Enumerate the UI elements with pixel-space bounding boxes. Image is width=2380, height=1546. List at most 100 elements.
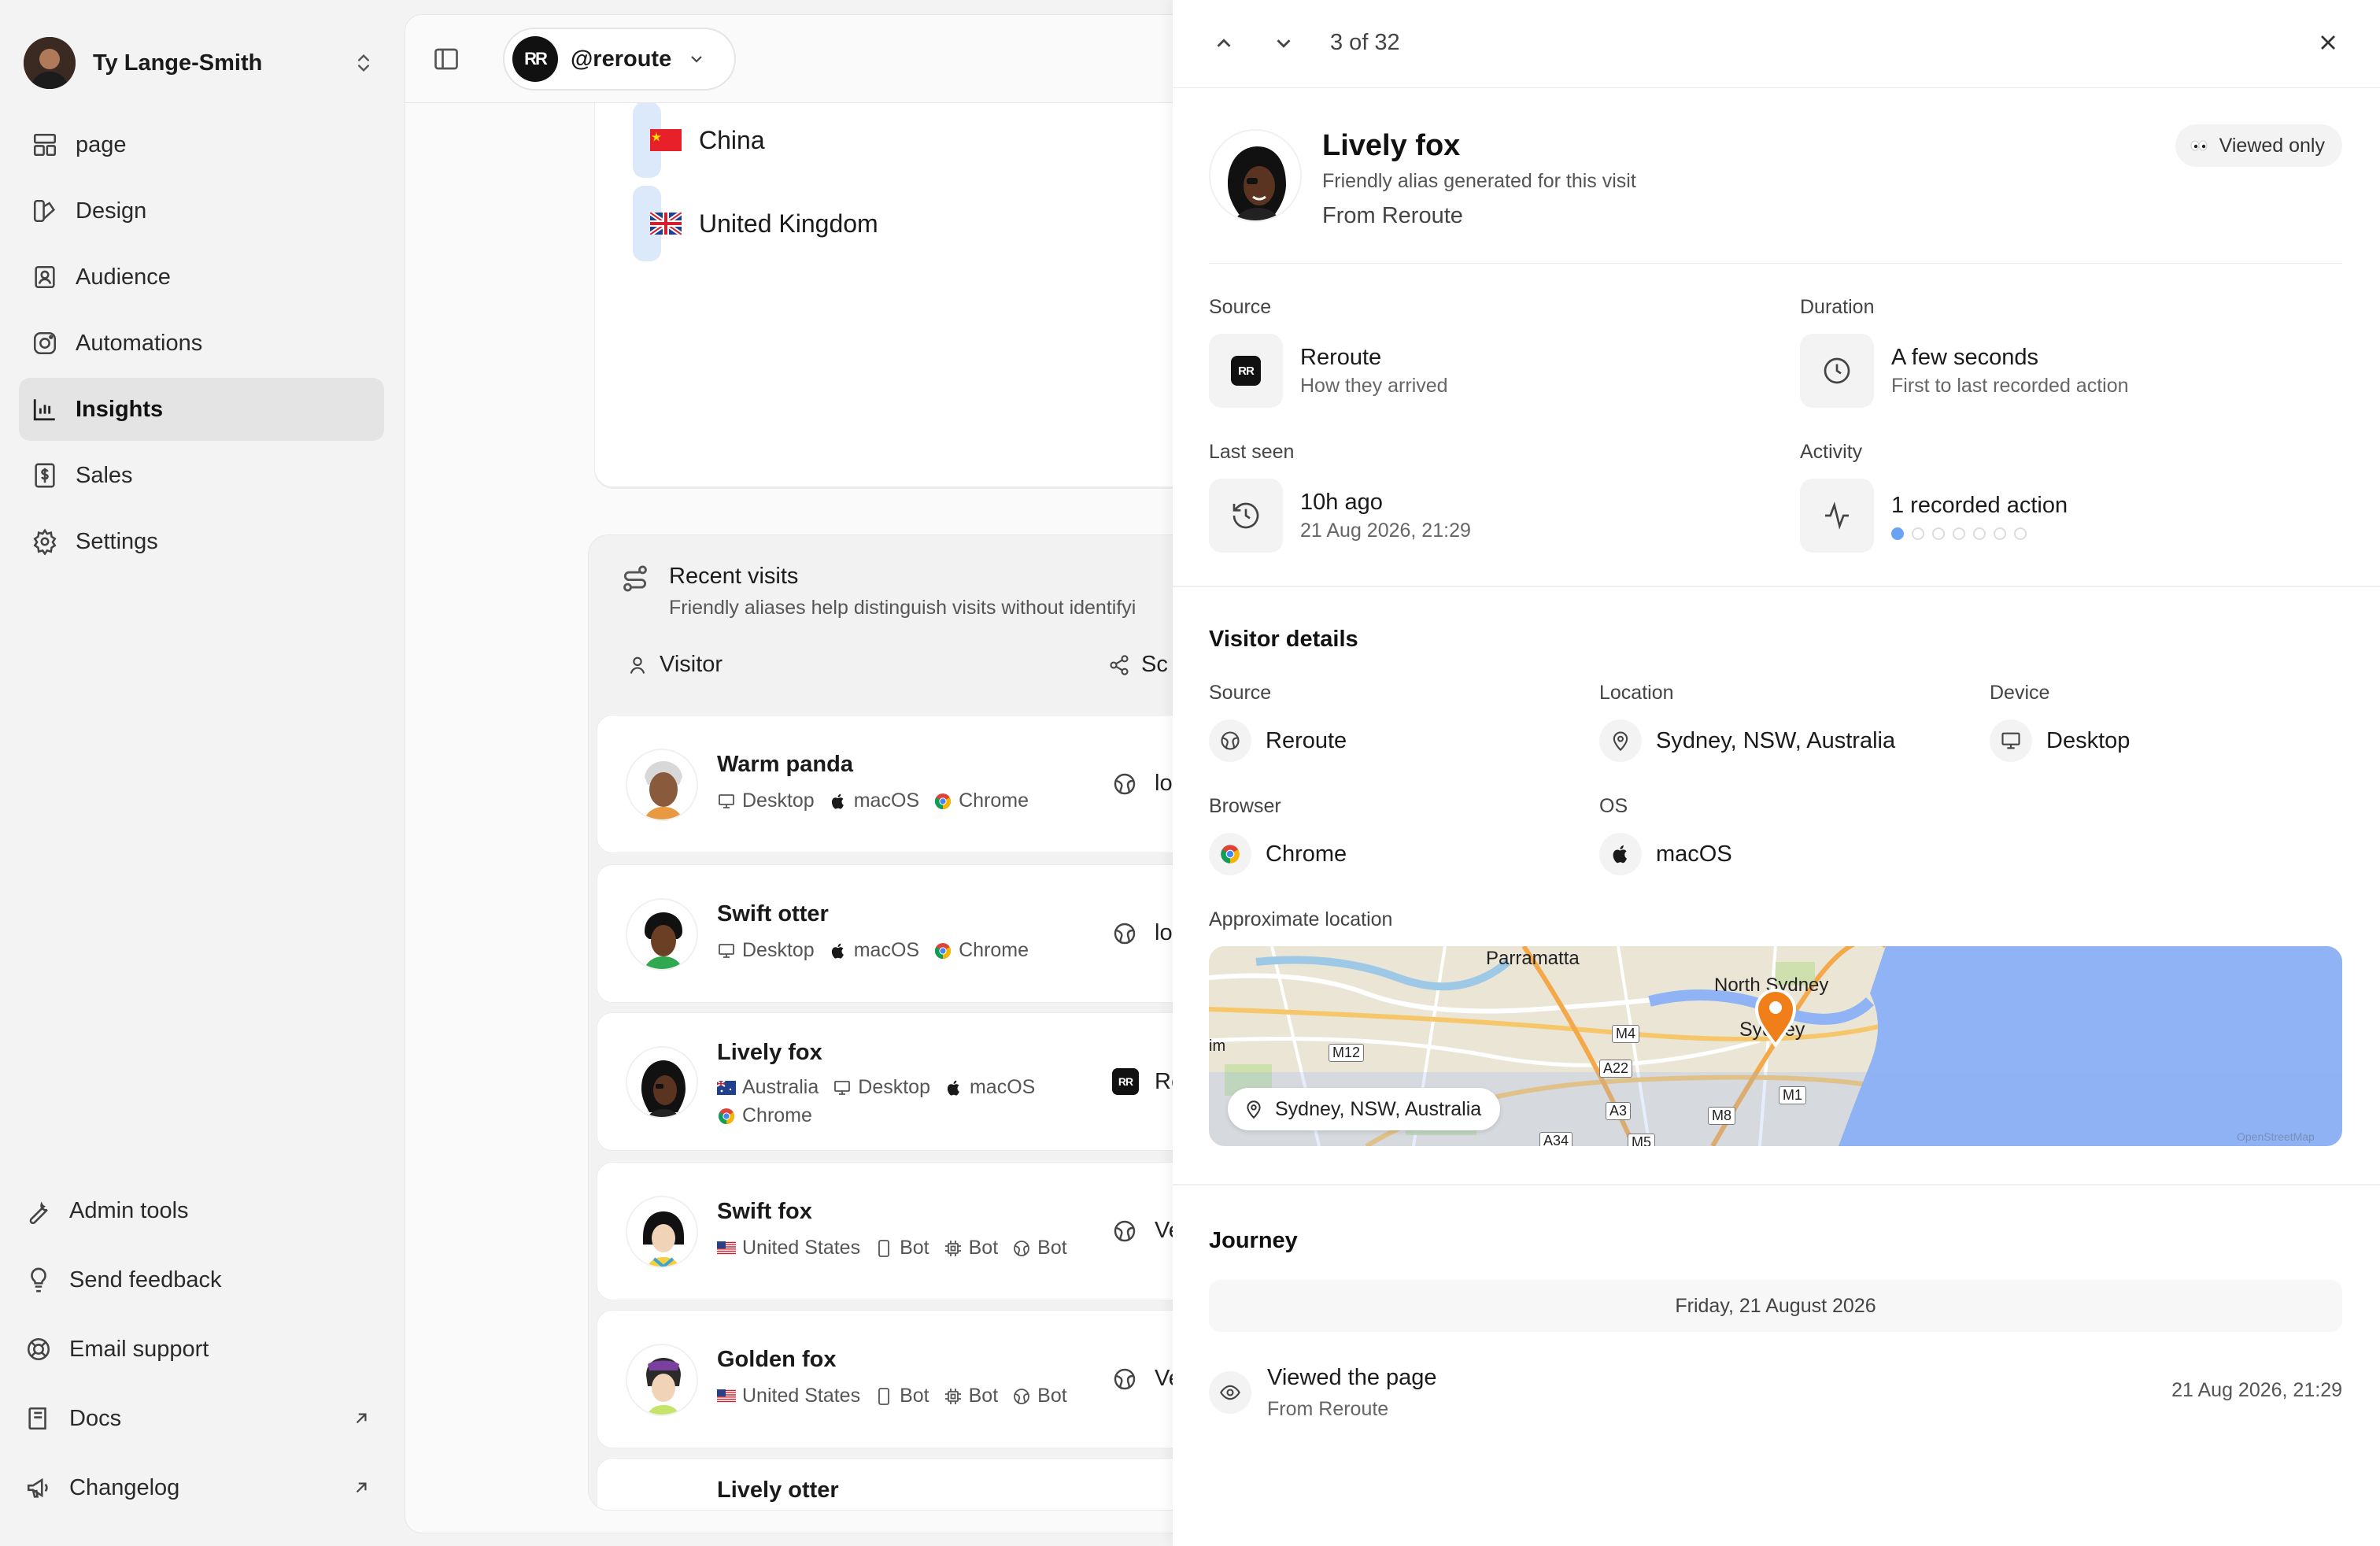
field-label: Location [1599, 682, 1674, 704]
globe-icon [1014, 1240, 1030, 1256]
avatar [626, 749, 698, 821]
stat-value: Reroute [1300, 345, 1382, 370]
nav-label: page [76, 131, 127, 157]
column-header-source[interactable]: Sc [1108, 652, 1168, 678]
eye-icon [1220, 1385, 1240, 1400]
avatar [24, 37, 76, 89]
globe-icon [1114, 773, 1136, 794]
nav-item-send-feedback[interactable]: Send feedback [19, 1247, 384, 1313]
map-pill-label: Sydney, NSW, Australia [1275, 1097, 1482, 1120]
journey-event-title: Viewed the page [1267, 1365, 1437, 1390]
column-header-visitor[interactable]: Visitor [626, 652, 722, 678]
stat-value: 10h ago [1300, 490, 1383, 515]
meta-os: macOS [969, 1076, 1036, 1098]
reroute-logo-icon: RR [1112, 1068, 1139, 1095]
nav-item-automations[interactable]: Automations [19, 312, 384, 375]
workspace-logo: RR [1231, 356, 1261, 386]
location-map[interactable]: Parramatta North Sydney Sydney im M12 M4… [1209, 946, 2342, 1146]
lifebuoy-icon [27, 1337, 50, 1361]
nav-label: Docs [69, 1405, 122, 1431]
visitor-meta: United States Bot Bot Bot [717, 1385, 1081, 1407]
avatar [626, 1046, 698, 1119]
nav-item-page[interactable]: page [19, 113, 384, 176]
activity-icon [1825, 501, 1849, 530]
stat-label: Last seen [1209, 441, 1295, 463]
journey-date-header: Friday, 21 August 2026 [1209, 1280, 2342, 1332]
map-pin-icon [1754, 989, 1797, 1047]
reroute-logo-icon: RR [1209, 334, 1283, 408]
nav-item-settings[interactable]: Settings [19, 510, 384, 573]
road-shield: M1 [1779, 1086, 1807, 1104]
nav-item-design[interactable]: Design [19, 179, 384, 242]
road-shield: M4 [1612, 1025, 1640, 1043]
sidebar-toggle-icon[interactable] [432, 45, 460, 73]
progress-dot [1912, 527, 1924, 540]
column-label: Sc [1141, 652, 1168, 677]
cpu-icon [944, 1240, 961, 1256]
apple-icon [831, 793, 844, 809]
meta-os: Bot [968, 1385, 999, 1407]
visitor-name: Swift fox [717, 1199, 812, 1224]
nav-item-admin-tools[interactable]: Admin tools [19, 1178, 384, 1244]
status-badge-label: Viewed only [2219, 134, 2325, 157]
uk-flag-icon [650, 213, 682, 235]
nav-label: Email support [69, 1336, 209, 1362]
nav-item-changelog[interactable]: Changelog [19, 1455, 384, 1521]
activity-icon-box [1800, 479, 1874, 553]
layout-icon [33, 133, 57, 157]
nav-item-insights[interactable]: Insights [19, 378, 384, 441]
nav-item-sales[interactable]: Sales [19, 444, 384, 507]
nav-item-email-support[interactable]: Email support [19, 1316, 384, 1382]
nav-item-docs[interactable]: Docs [19, 1385, 384, 1452]
field-os: macOS [1599, 833, 1732, 875]
nav-item-audience[interactable]: Audience [19, 246, 384, 309]
field-label: Source [1209, 682, 1272, 704]
field-value: Reroute [1266, 727, 1347, 753]
stat-sub: First to last recorded action [1891, 375, 2129, 397]
field-value: Chrome [1266, 841, 1347, 867]
field-value: Desktop [2046, 727, 2131, 753]
workspace-handle: @reroute [571, 46, 672, 72]
meta-country: Australia [742, 1076, 819, 1098]
contact-icon [35, 265, 55, 289]
country-row[interactable]: China [633, 102, 765, 178]
journey-event-icon [1209, 1371, 1251, 1414]
field-label: OS [1599, 795, 1628, 817]
close-icon[interactable] [2315, 30, 2341, 55]
column-label: Visitor [660, 652, 723, 677]
gear-icon [33, 528, 57, 555]
apple-icon [947, 1080, 959, 1096]
visit-source: lo [1112, 920, 1173, 946]
meta-browser: Bot [1037, 1385, 1067, 1407]
history-icon [1232, 502, 1259, 529]
us-flag-icon [717, 1389, 736, 1404]
chevron-up-icon[interactable] [1212, 31, 1236, 55]
workspace-switcher[interactable]: RR @reroute [503, 28, 736, 91]
visit-source: lo [1112, 771, 1173, 797]
avatar [626, 1196, 698, 1268]
journey-event-source: From Reroute [1267, 1398, 1389, 1420]
meta-device: Desktop [858, 1076, 930, 1098]
country-row[interactable]: United Kingdom [633, 186, 878, 261]
avatar [1209, 129, 1302, 222]
visitor-name: Swift otter [717, 901, 829, 926]
globe-icon [1114, 1368, 1136, 1389]
megaphone-icon [27, 1478, 48, 1498]
visitor-name: Lively fox [1322, 129, 1461, 162]
nav-label: Design [76, 198, 147, 224]
nav-label: Send feedback [69, 1267, 222, 1293]
book-icon [28, 1407, 46, 1430]
chevron-down-icon[interactable] [1272, 31, 1295, 55]
route-icon [623, 565, 647, 592]
activity-progress-dots [1891, 527, 2034, 540]
country-name: China [699, 125, 765, 154]
map-label: im [1209, 1037, 1226, 1055]
us-flag-icon [717, 1241, 736, 1256]
progress-dot [1973, 527, 1986, 540]
visitor-name: Lively otter [717, 1478, 839, 1503]
status-badge: Viewed only [2175, 124, 2342, 167]
visit-detail-panel: 3 of 32 Lively fox Friendly alias genera… [1173, 0, 2380, 1546]
progress-dot [1891, 527, 1904, 540]
divider [1209, 263, 2342, 264]
account-switcher[interactable]: Ty Lange-Smith [24, 35, 382, 91]
